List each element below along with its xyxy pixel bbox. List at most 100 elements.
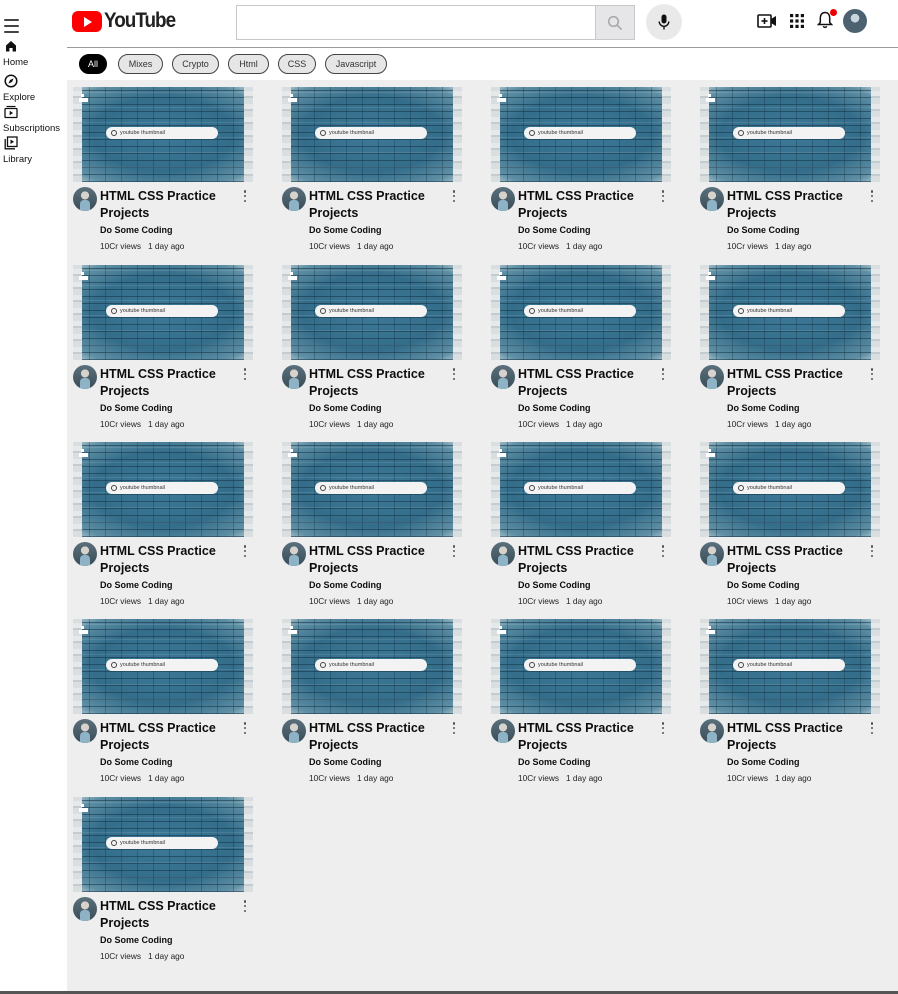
- sidebar-item-library[interactable]: Library: [0, 134, 67, 165]
- sidebar-item-subscriptions[interactable]: Subscriptions: [0, 103, 67, 134]
- video-title[interactable]: HTML CSS Practice Projects: [100, 366, 220, 400]
- sidebar-item-home[interactable]: Home: [0, 37, 67, 68]
- channel-name[interactable]: Do Some Coding: [100, 580, 173, 590]
- video-title[interactable]: HTML CSS Practice Projects: [100, 543, 220, 577]
- video-title[interactable]: HTML CSS Practice Projects: [100, 188, 220, 222]
- video-thumbnail[interactable]: youtube thumbnail: [700, 619, 880, 714]
- video-card[interactable]: youtube thumbnail HTML CSS Practice Proje…: [67, 435, 257, 610]
- channel-avatar[interactable]: [73, 542, 97, 566]
- channel-avatar[interactable]: [282, 187, 306, 211]
- create-video-button[interactable]: [757, 11, 777, 31]
- channel-name[interactable]: Do Some Coding: [309, 403, 382, 413]
- video-thumbnail[interactable]: youtube thumbnail: [700, 87, 880, 182]
- video-card[interactable]: youtube thumbnail HTML CSS Practice Proje…: [485, 435, 675, 610]
- channel-name[interactable]: Do Some Coding: [309, 580, 382, 590]
- video-thumbnail[interactable]: youtube thumbnail: [73, 442, 253, 537]
- video-title[interactable]: HTML CSS Practice Projects: [727, 188, 847, 222]
- video-thumbnail[interactable]: youtube thumbnail: [73, 87, 253, 182]
- video-thumbnail[interactable]: youtube thumbnail: [700, 442, 880, 537]
- channel-name[interactable]: Do Some Coding: [727, 580, 800, 590]
- video-card[interactable]: youtube thumbnail HTML CSS Practice Proje…: [694, 612, 884, 787]
- video-card[interactable]: youtube thumbnail HTML CSS Practice Proje…: [276, 80, 466, 255]
- notifications-button[interactable]: [815, 9, 837, 30]
- chip-all[interactable]: All: [79, 54, 107, 74]
- more-options-icon[interactable]: [452, 545, 456, 557]
- channel-avatar[interactable]: [73, 897, 97, 921]
- channel-name[interactable]: Do Some Coding: [518, 225, 591, 235]
- chip-mixes[interactable]: Mixes: [118, 54, 163, 74]
- more-options-icon[interactable]: [243, 368, 247, 380]
- video-title[interactable]: HTML CSS Practice Projects: [309, 720, 429, 754]
- video-title[interactable]: HTML CSS Practice Projects: [518, 366, 638, 400]
- channel-name[interactable]: Do Some Coding: [100, 225, 173, 235]
- channel-name[interactable]: Do Some Coding: [309, 757, 382, 767]
- channel-avatar[interactable]: [700, 187, 724, 211]
- channel-name[interactable]: Do Some Coding: [518, 403, 591, 413]
- more-options-icon[interactable]: [243, 190, 247, 202]
- more-options-icon[interactable]: [661, 722, 665, 734]
- video-card[interactable]: youtube thumbnail HTML CSS Practice Proje…: [67, 258, 257, 433]
- more-options-icon[interactable]: [452, 722, 456, 734]
- more-options-icon[interactable]: [452, 368, 456, 380]
- channel-avatar[interactable]: [282, 719, 306, 743]
- channel-name[interactable]: Do Some Coding: [727, 757, 800, 767]
- video-title[interactable]: HTML CSS Practice Projects: [727, 543, 847, 577]
- chip-crypto[interactable]: Crypto: [172, 54, 219, 74]
- menu-icon[interactable]: [4, 19, 19, 37]
- video-thumbnail[interactable]: youtube thumbnail: [491, 619, 671, 714]
- video-thumbnail[interactable]: youtube thumbnail: [282, 265, 462, 360]
- channel-avatar[interactable]: [73, 365, 97, 389]
- video-card[interactable]: youtube thumbnail HTML CSS Practice Proje…: [485, 612, 675, 787]
- channel-name[interactable]: Do Some Coding: [727, 225, 800, 235]
- channel-avatar[interactable]: [491, 719, 515, 743]
- more-options-icon[interactable]: [870, 545, 874, 557]
- channel-avatar[interactable]: [700, 719, 724, 743]
- channel-avatar[interactable]: [491, 542, 515, 566]
- channel-name[interactable]: Do Some Coding: [100, 935, 173, 945]
- more-options-icon[interactable]: [870, 722, 874, 734]
- more-options-icon[interactable]: [452, 190, 456, 202]
- channel-avatar[interactable]: [700, 542, 724, 566]
- video-title[interactable]: HTML CSS Practice Projects: [727, 366, 847, 400]
- channel-name[interactable]: Do Some Coding: [518, 580, 591, 590]
- channel-name[interactable]: Do Some Coding: [727, 403, 800, 413]
- video-title[interactable]: HTML CSS Practice Projects: [518, 720, 638, 754]
- channel-avatar[interactable]: [700, 365, 724, 389]
- video-thumbnail[interactable]: youtube thumbnail: [282, 87, 462, 182]
- video-title[interactable]: HTML CSS Practice Projects: [309, 543, 429, 577]
- channel-avatar[interactable]: [73, 719, 97, 743]
- channel-name[interactable]: Do Some Coding: [309, 225, 382, 235]
- video-card[interactable]: youtube thumbnail HTML CSS Practice Proje…: [67, 612, 257, 787]
- video-thumbnail[interactable]: youtube thumbnail: [73, 265, 253, 360]
- more-options-icon[interactable]: [243, 545, 247, 557]
- video-thumbnail[interactable]: youtube thumbnail: [491, 442, 671, 537]
- video-thumbnail[interactable]: youtube thumbnail: [282, 442, 462, 537]
- more-options-icon[interactable]: [870, 190, 874, 202]
- video-card[interactable]: youtube thumbnail HTML CSS Practice Proje…: [276, 612, 466, 787]
- video-thumbnail[interactable]: youtube thumbnail: [73, 797, 253, 892]
- video-card[interactable]: youtube thumbnail HTML CSS Practice Proje…: [694, 258, 884, 433]
- channel-name[interactable]: Do Some Coding: [518, 757, 591, 767]
- voice-search-button[interactable]: [646, 4, 682, 40]
- video-title[interactable]: HTML CSS Practice Projects: [518, 543, 638, 577]
- video-thumbnail[interactable]: youtube thumbnail: [491, 265, 671, 360]
- video-thumbnail[interactable]: youtube thumbnail: [282, 619, 462, 714]
- avatar[interactable]: [843, 9, 867, 33]
- more-options-icon[interactable]: [661, 368, 665, 380]
- video-card[interactable]: youtube thumbnail HTML CSS Practice Proje…: [694, 435, 884, 610]
- sidebar-item-explore[interactable]: Explore: [0, 72, 67, 103]
- video-thumbnail[interactable]: youtube thumbnail: [700, 265, 880, 360]
- video-card[interactable]: youtube thumbnail HTML CSS Practice Proje…: [67, 790, 257, 965]
- video-card[interactable]: youtube thumbnail HTML CSS Practice Proje…: [67, 80, 257, 255]
- video-card[interactable]: youtube thumbnail HTML CSS Practice Proje…: [276, 435, 466, 610]
- channel-avatar[interactable]: [282, 542, 306, 566]
- more-options-icon[interactable]: [243, 900, 247, 912]
- video-title[interactable]: HTML CSS Practice Projects: [518, 188, 638, 222]
- video-title[interactable]: HTML CSS Practice Projects: [727, 720, 847, 754]
- video-card[interactable]: youtube thumbnail HTML CSS Practice Proje…: [694, 80, 884, 255]
- channel-name[interactable]: Do Some Coding: [100, 403, 173, 413]
- video-thumbnail[interactable]: youtube thumbnail: [491, 87, 671, 182]
- video-thumbnail[interactable]: youtube thumbnail: [73, 619, 253, 714]
- chip-html[interactable]: Html: [228, 54, 269, 74]
- video-title[interactable]: HTML CSS Practice Projects: [309, 188, 429, 222]
